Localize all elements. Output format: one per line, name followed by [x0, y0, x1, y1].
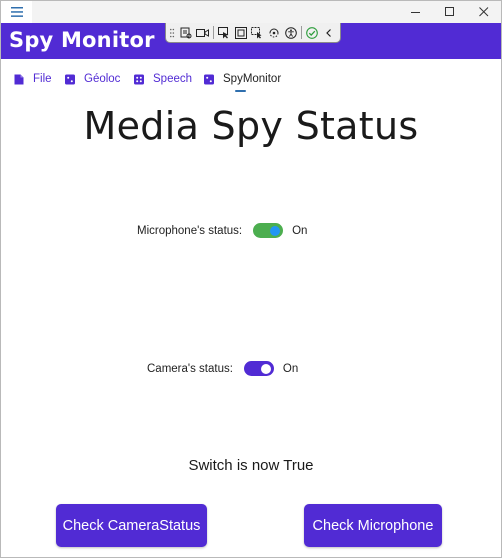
microphone-status-label: Microphone's status:: [137, 224, 243, 237]
tab-label: File: [33, 73, 52, 85]
toolbar-separator: [213, 26, 215, 39]
toolbar-separator: [300, 26, 302, 39]
live-visual-tree-icon: [180, 27, 192, 38]
live-visual-tree-button[interactable]: [178, 24, 195, 42]
app-window: Spy Monitor File Géoloc Speech SpyMonito…: [0, 0, 502, 558]
microphone-status-row: Microphone's status: On: [137, 223, 307, 238]
tab-file-icon: [14, 74, 24, 84]
hot-reload-icon: [269, 28, 279, 37]
record-video-icon: [196, 28, 210, 37]
close-button[interactable]: [467, 1, 501, 23]
microphone-toggle[interactable]: [253, 223, 284, 238]
page-title: Media Spy Status: [83, 104, 419, 148]
collapse-toolbar-icon: [325, 28, 331, 37]
track-focus-icon: [251, 26, 262, 38]
maximize-icon: [445, 7, 454, 16]
collapse-toolbar-button[interactable]: [320, 24, 337, 42]
binding-status-button[interactable]: [304, 24, 321, 42]
hamburger-icon: [10, 7, 23, 17]
app-title: Spy Monitor: [9, 28, 155, 52]
toggle-thumb: [270, 225, 281, 236]
accessibility-checker-icon: [284, 26, 297, 39]
select-element-icon: [218, 26, 229, 38]
maximize-button[interactable]: [433, 1, 467, 23]
camera-status-row: Camera's status: On: [147, 361, 298, 376]
tab-label: Speech: [153, 73, 193, 85]
camera-toggle[interactable]: [243, 361, 274, 376]
minimize-button[interactable]: [399, 1, 433, 23]
tab-spymonitor[interactable]: SpyMonitor: [204, 70, 281, 88]
record-video-button[interactable]: [195, 24, 212, 42]
close-icon: [479, 7, 489, 17]
tab-label: SpyMonitor: [223, 73, 282, 85]
debug-toolbar: [165, 23, 341, 43]
hamburger-menu-button[interactable]: [1, 1, 32, 23]
select-element-button[interactable]: [216, 24, 233, 42]
tab-geoloc-icon: [65, 74, 75, 84]
toolbar-grip-icon[interactable]: [169, 26, 176, 40]
check-camera-status-button[interactable]: Check CameraStatus: [56, 504, 207, 547]
toggle-thumb: [260, 363, 271, 374]
camera-state-text: On: [282, 362, 299, 375]
display-adorners-button[interactable]: [233, 24, 250, 42]
active-tab-indicator: [235, 90, 246, 92]
title-bar: [1, 1, 501, 23]
tab-speech[interactable]: Speech: [134, 70, 192, 88]
accessibility-checker-button[interactable]: [282, 24, 299, 42]
switch-status-text: Switch is now True: [188, 457, 314, 474]
tab-geoloc[interactable]: Géoloc: [65, 70, 120, 88]
tab-speech-icon: [134, 74, 144, 84]
tab-spymonitor-icon: [204, 74, 214, 84]
binding-success-icon: [306, 26, 318, 39]
tab-file[interactable]: File: [14, 70, 52, 88]
check-microphone-button[interactable]: Check Microphone: [304, 504, 442, 547]
window-controls: [399, 1, 501, 23]
minimize-icon: [411, 12, 420, 13]
tab-label: Géoloc: [84, 73, 121, 85]
display-layout-adorners-icon: [234, 26, 247, 39]
microphone-state-text: On: [292, 224, 308, 237]
hot-reload-button[interactable]: [266, 24, 283, 42]
track-focus-button[interactable]: [249, 24, 266, 42]
tab-bar: File Géoloc Speech SpyMonitor: [1, 59, 501, 97]
camera-status-label: Camera's status:: [147, 362, 233, 375]
